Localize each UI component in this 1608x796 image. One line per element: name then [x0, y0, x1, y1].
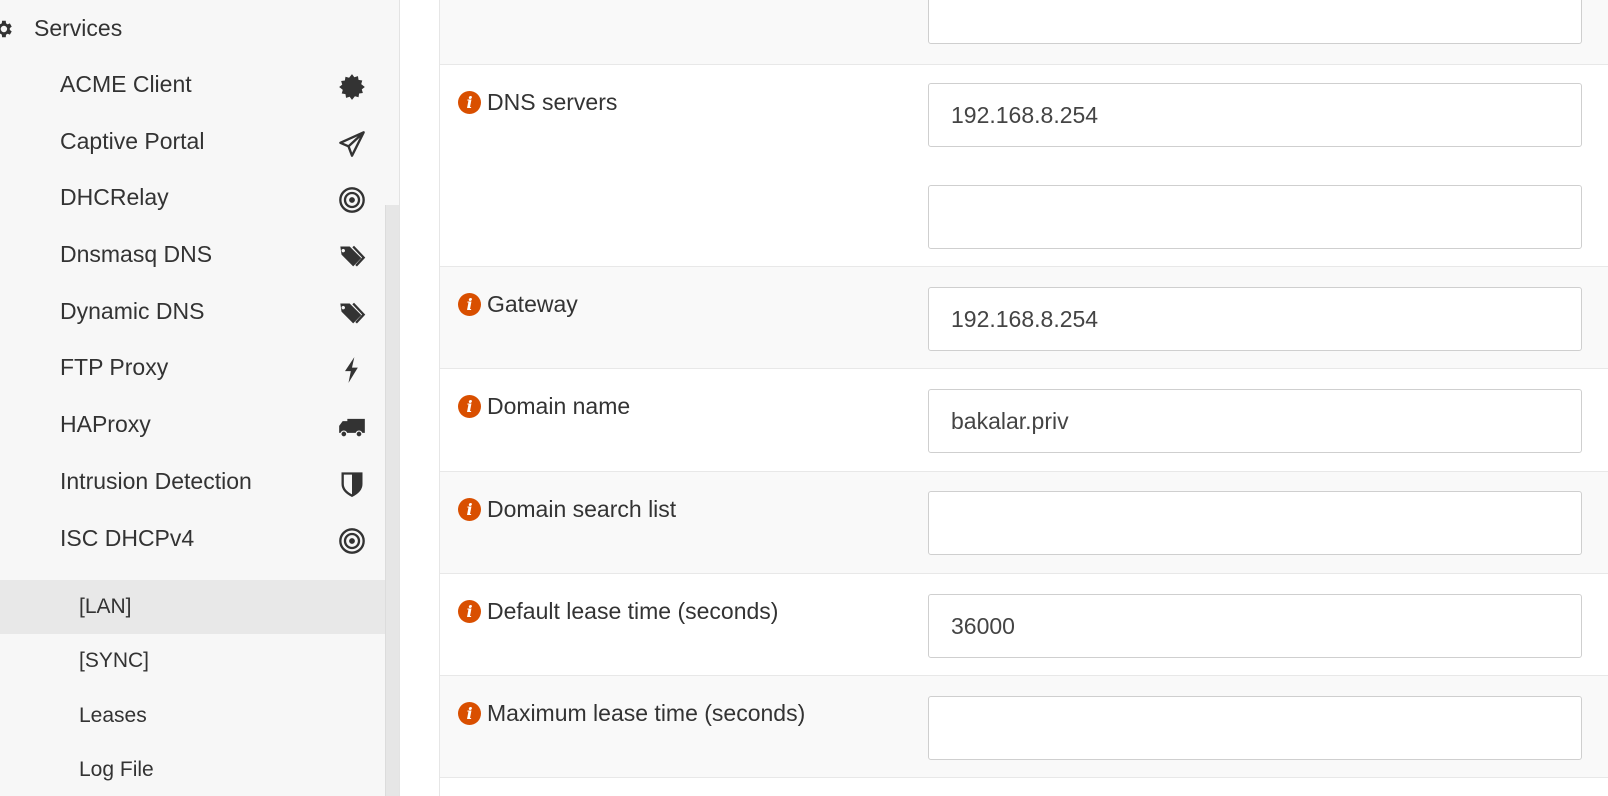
sidebar-subitem-leases[interactable]: Leases: [0, 689, 385, 743]
sidebar-subitem-log-file[interactable]: Log File: [0, 743, 385, 796]
form-row-previous: [440, 0, 1608, 65]
certificate-icon: [339, 74, 365, 100]
dns-server-1-input[interactable]: [928, 83, 1582, 147]
label-text: Domain name: [487, 393, 631, 419]
max-lease-time-input[interactable]: [928, 696, 1582, 760]
sidebar-item-label: HAProxy: [60, 411, 151, 437]
sidebar-item-label: Dynamic DNS: [60, 298, 205, 324]
label-text: Domain search list: [487, 496, 677, 522]
sidebar-item-label: Captive Portal: [60, 128, 205, 154]
gear-icon: [0, 20, 12, 38]
sidebar-scrollbar-thumb[interactable]: [385, 205, 399, 796]
sidebar-item-dnsmasq-dns[interactable]: Dnsmasq DNS: [0, 227, 385, 285]
sidebar-item-label: FTP Proxy: [60, 354, 169, 380]
sidebar-item-intrusion-detection[interactable]: Intrusion Detection: [0, 454, 385, 512]
main-content: i DNS servers i Gateway i Domain name: [400, 0, 1608, 796]
sidebar-item-label: ISC DHCPv4: [60, 525, 195, 551]
bullseye-icon: [339, 187, 365, 213]
max-lease-time-label: i Maximum lease time (seconds): [458, 700, 805, 727]
bullseye-icon: [339, 528, 365, 554]
info-icon[interactable]: i: [458, 91, 481, 114]
sidebar-subitem-lan[interactable]: [LAN]: [0, 580, 385, 634]
domain-name-input[interactable]: [928, 389, 1582, 453]
tags-icon: [340, 245, 366, 267]
label-text: Maximum lease time (seconds): [487, 700, 806, 726]
info-icon[interactable]: i: [458, 600, 481, 623]
bolt-icon: [345, 357, 358, 383]
sidebar-item-haproxy[interactable]: HAProxy: [0, 397, 385, 455]
info-icon[interactable]: i: [458, 498, 481, 521]
paper-plane-icon: [339, 131, 365, 157]
truck-icon: [339, 418, 365, 438]
sidebar-item-label: DHCRelay: [60, 184, 169, 210]
info-icon[interactable]: i: [458, 395, 481, 418]
gateway-input[interactable]: [928, 287, 1582, 351]
domain-search-list-input[interactable]: [928, 491, 1582, 555]
form-row-domain-search-list: i Domain search list: [440, 472, 1608, 574]
sidebar-item-label: Intrusion Detection: [60, 468, 252, 494]
label-text: DNS servers: [487, 89, 618, 115]
sidebar-subitem-label: [SYNC]: [79, 649, 150, 672]
label-text: Default lease time (seconds): [487, 598, 779, 624]
gateway-label: i Gateway: [458, 291, 578, 318]
sidebar-subitem-label: Log File: [79, 758, 154, 781]
sidebar: Services ACME Client Captive Portal DHCR…: [0, 0, 400, 796]
sidebar-item-acme-client[interactable]: ACME Client: [0, 57, 385, 115]
domain-name-label: i Domain name: [458, 393, 630, 420]
info-icon[interactable]: i: [458, 293, 481, 316]
label-text: Gateway: [487, 291, 578, 317]
default-lease-time-label: i Default lease time (seconds): [458, 598, 778, 625]
shield-icon: [341, 472, 363, 497]
sidebar-subitem-sync[interactable]: [SYNC]: [0, 634, 385, 688]
form-row-max-lease-time: i Maximum lease time (seconds): [440, 676, 1608, 778]
form-row-dns-servers: i DNS servers: [440, 65, 1608, 267]
sidebar-subitem-label: Leases: [79, 704, 147, 727]
sidebar-item-label: Dnsmasq DNS: [60, 241, 213, 267]
dhcp-settings-form: i DNS servers i Gateway i Domain name: [439, 0, 1608, 796]
tags-icon: [340, 302, 366, 324]
info-icon[interactable]: i: [458, 702, 481, 725]
domain-search-list-label: i Domain search list: [458, 496, 676, 523]
sidebar-item-dhcrelay[interactable]: DHCRelay: [0, 170, 385, 228]
form-row-domain-name: i Domain name: [440, 369, 1608, 472]
sidebar-section-services[interactable]: Services: [0, 0, 385, 58]
sidebar-subitem-label: [LAN]: [79, 595, 132, 618]
dns-servers-label: i DNS servers: [458, 89, 617, 116]
default-lease-time-input[interactable]: [928, 594, 1582, 658]
sidebar-item-captive-portal[interactable]: Captive Portal: [0, 114, 385, 172]
sidebar-item-isc-dhcpv4[interactable]: ISC DHCPv4: [0, 511, 385, 569]
form-row-gateway: i Gateway: [440, 267, 1608, 369]
sidebar-item-label: ACME Client: [60, 71, 192, 97]
sidebar-item-ftp-proxy[interactable]: FTP Proxy: [0, 340, 385, 398]
dns-server-2-input[interactable]: [928, 185, 1582, 249]
sidebar-item-dynamic-dns[interactable]: Dynamic DNS: [0, 284, 385, 342]
sidebar-section-label: Services: [34, 15, 123, 41]
form-row-default-lease-time: i Default lease time (seconds): [440, 574, 1608, 676]
previous-field[interactable]: [928, 0, 1582, 44]
